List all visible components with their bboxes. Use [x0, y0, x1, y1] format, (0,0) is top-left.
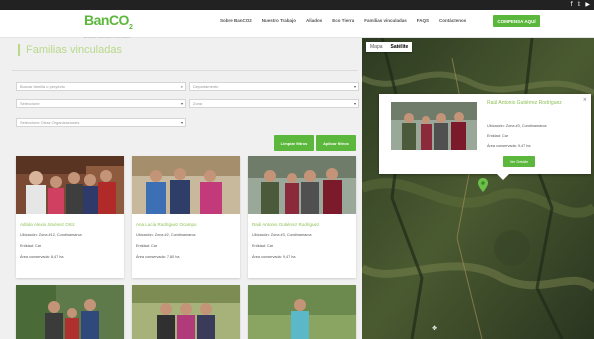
- nav-aliados[interactable]: Aliados: [306, 18, 322, 23]
- site-header: BanCO2 Servicios ambientales comunitario…: [0, 10, 594, 40]
- youtube-icon[interactable]: ▶: [585, 0, 590, 10]
- facebook-icon[interactable]: f: [570, 0, 572, 10]
- nav-nuestro-trabajo[interactable]: Nuestro Trabajo: [262, 18, 296, 23]
- family-area: Área conservada: 9,47 ha: [252, 255, 296, 259]
- family-name[interactable]: Raúl Antonio Gutiérrez Rodríguez: [252, 222, 356, 227]
- chevron-down-icon: ▾: [180, 120, 183, 125]
- departamento-select[interactable]: Departamento ▾: [189, 82, 359, 91]
- popup-photo: [391, 102, 477, 150]
- zona-select[interactable]: Zona ▾: [189, 99, 359, 108]
- family-card[interactable]: [248, 285, 356, 339]
- banco2-logo[interactable]: BanCO2 Servicios ambientales comunitario…: [84, 12, 146, 40]
- family-entity: Entidad: Car: [136, 244, 158, 248]
- satellite-map[interactable]: Mapa Satélite × Raúl Antonio Gutiérrez R…: [362, 38, 594, 339]
- divider: [12, 70, 358, 71]
- search-icon[interactable]: ⌕: [181, 83, 183, 90]
- page-title: Familias vinculadas: [18, 44, 122, 56]
- family-location: Ubicación: Zona #2, Cundinamarca: [136, 233, 196, 237]
- family-entity: Entidad: Car: [20, 244, 42, 248]
- close-icon[interactable]: ×: [583, 97, 587, 103]
- view-detail-button[interactable]: Ver Detalle: [503, 156, 535, 167]
- map-tab[interactable]: Mapa: [366, 42, 387, 52]
- family-card[interactable]: Adrián Alexis Jiménez Ortiz Ubicación: Z…: [16, 156, 124, 278]
- family-photo: [16, 156, 124, 214]
- popup-area: Área conservada: 9,47 ha: [487, 144, 531, 148]
- apply-filters-button[interactable]: Aplicar filtros: [316, 135, 356, 151]
- popup-family-name[interactable]: Raúl Antonio Gutiérrez Rodríguez: [487, 100, 577, 107]
- chevron-down-icon: ▾: [353, 84, 356, 89]
- main-nav: Sobre BanCO2 Nuestro Trabajo Aliados Eco…: [220, 15, 540, 27]
- map-marker-icon[interactable]: [478, 178, 488, 192]
- family-photo: [16, 285, 124, 339]
- family-card[interactable]: Raúl Antonio Gutiérrez Rodríguez Ubicaci…: [248, 156, 356, 278]
- municipio-select[interactable]: Seleccione ▾: [16, 99, 186, 108]
- clear-filters-button[interactable]: Limpiar filtros: [274, 135, 314, 151]
- nav-faqs[interactable]: FAQS: [417, 18, 429, 23]
- search-input[interactable]: Buscar familia o proyecto ⌕: [16, 82, 186, 91]
- organizaciones-value: Seleccione Otras Organizaciones: [20, 120, 80, 125]
- family-photo: [248, 285, 356, 339]
- nav-contactenos[interactable]: Contáctenos: [439, 18, 466, 23]
- search-placeholder: Buscar familia o proyecto: [20, 84, 65, 89]
- map-info-window: × Raúl Antonio Gutiérrez Rodríguez Ubica…: [379, 94, 591, 180]
- family-card[interactable]: Ana Lucía Rodríguez Ocampo Ubicación: Zo…: [132, 156, 240, 278]
- family-photo: [248, 156, 356, 214]
- departamento-value: Departamento: [193, 84, 219, 89]
- zona-value: Zona: [193, 101, 203, 106]
- popup-entity: Entidad: Car: [487, 134, 509, 138]
- family-card[interactable]: [16, 285, 124, 339]
- popup-location: Ubicación: Zona #3, Cundinamarca: [487, 124, 547, 128]
- top-bar: f 𝕥 ▶: [0, 0, 594, 10]
- logo-wordmark: BanCO2: [84, 12, 133, 31]
- family-location: Ubicación: Zona #12, Cundinamarca: [20, 233, 82, 237]
- family-entity: Entidad: Car: [252, 244, 274, 248]
- municipio-value: Seleccione: [20, 101, 40, 106]
- nav-eco-tierra[interactable]: Eco Tierra: [332, 18, 354, 23]
- families-panel: Familias vinculadas Buscar familia o pro…: [0, 38, 362, 339]
- nav-familias[interactable]: Familias vinculadas: [364, 18, 407, 23]
- twitter-icon[interactable]: 𝕥: [578, 0, 581, 10]
- map-type-toggle: Mapa Satélite: [366, 42, 413, 52]
- chevron-down-icon: ▾: [180, 101, 183, 106]
- compensa-button[interactable]: COMPENSA AQUÍ: [493, 15, 540, 27]
- social-links: f 𝕥 ▶: [570, 0, 590, 10]
- family-name[interactable]: Adrián Alexis Jiménez Ortiz: [20, 222, 124, 227]
- family-photo: [132, 285, 240, 339]
- family-area: Área conservada: 8,47 ha: [20, 255, 64, 259]
- family-photo: [132, 156, 240, 214]
- chevron-down-icon: ▾: [353, 101, 356, 106]
- organizaciones-select[interactable]: Seleccione Otras Organizaciones ▾: [16, 118, 186, 127]
- nav-sobre[interactable]: Sobre BanCO2: [220, 18, 252, 23]
- map-fullscreen-icon[interactable]: ✥: [432, 325, 437, 332]
- family-area: Área conservada: 7,80 ha: [136, 255, 180, 259]
- family-name[interactable]: Ana Lucía Rodríguez Ocampo: [136, 222, 240, 227]
- satellite-tab[interactable]: Satélite: [387, 42, 413, 52]
- family-card[interactable]: [132, 285, 240, 339]
- family-location: Ubicación: Zona #3, Cundinamarca: [252, 233, 312, 237]
